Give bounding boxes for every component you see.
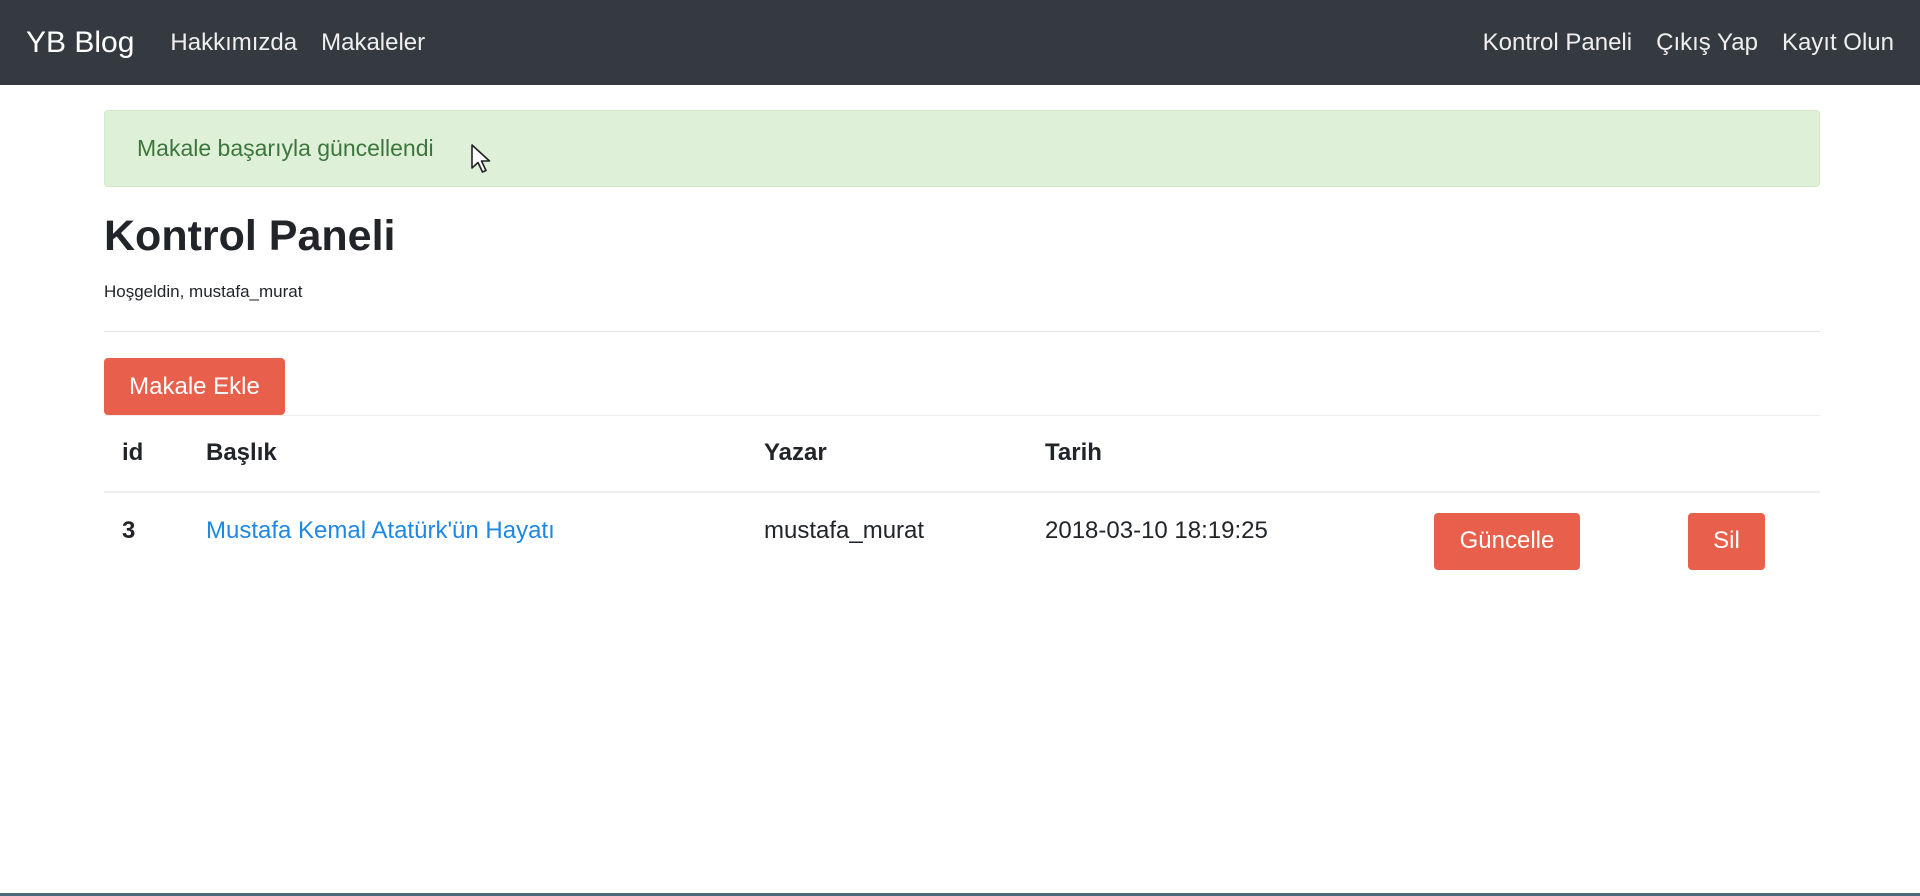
brand-logo[interactable]: YB Blog (26, 26, 134, 60)
mouse-pointer-icon (471, 144, 491, 173)
add-article-button[interactable]: Makale Ekle (104, 358, 285, 415)
nav-link-dashboard[interactable]: Kontrol Paneli (1483, 29, 1632, 57)
success-alert: Makale başarıyla güncellendi (104, 110, 1820, 187)
header-author: Yazar (764, 439, 827, 467)
header-delete (1656, 416, 1820, 492)
page-title: Kontrol Paneli (104, 212, 396, 260)
nav-link-register[interactable]: Kayıt Olun (1782, 29, 1894, 57)
delete-button[interactable]: Sil (1688, 512, 1765, 570)
welcome-text: Hoşgeldin, mustafa_murat (104, 282, 303, 301)
row-delete-cell: Sil (1656, 492, 1820, 590)
table-row: 3 Mustafa Kemal Atatürk'ün Hayatı mustaf… (104, 492, 1820, 590)
navbar: YB Blog Hakkımızda Makaleler Kontrol Pan… (0, 0, 1920, 85)
nav-link-logout[interactable]: Çıkış Yap (1656, 29, 1758, 57)
header-title: Başlık (206, 439, 277, 467)
header-edit (1396, 416, 1656, 492)
row-author: mustafa_murat (764, 517, 925, 544)
alert-message: Makale başarıyla güncellendi (137, 135, 434, 161)
row-edit-cell: Güncelle (1396, 492, 1656, 590)
articles-table: id Başlık Yazar Tarih 3 Mustafa Kemal At… (104, 415, 1820, 590)
table-header-row: id Başlık Yazar Tarih (104, 416, 1820, 492)
article-title-link[interactable]: Mustafa Kemal Atatürk'ün Hayatı (206, 517, 555, 544)
nav-link-about[interactable]: Hakkımızda (170, 29, 297, 57)
header-date: Tarih (1045, 439, 1102, 467)
nav-right: Kontrol Paneli Çıkış Yap Kayıt Olun (1483, 29, 1894, 57)
row-id: 3 (122, 517, 136, 544)
nav-left: Hakkımızda Makaleler (170, 29, 425, 57)
divider (104, 331, 1820, 332)
header-id: id (122, 439, 144, 467)
edit-button[interactable]: Güncelle (1434, 512, 1580, 570)
row-date: 2018-03-10 18:19:25 (1045, 517, 1268, 544)
row-title-cell: Mustafa Kemal Atatürk'ün Hayatı (188, 492, 746, 590)
nav-link-articles[interactable]: Makaleler (321, 29, 425, 57)
